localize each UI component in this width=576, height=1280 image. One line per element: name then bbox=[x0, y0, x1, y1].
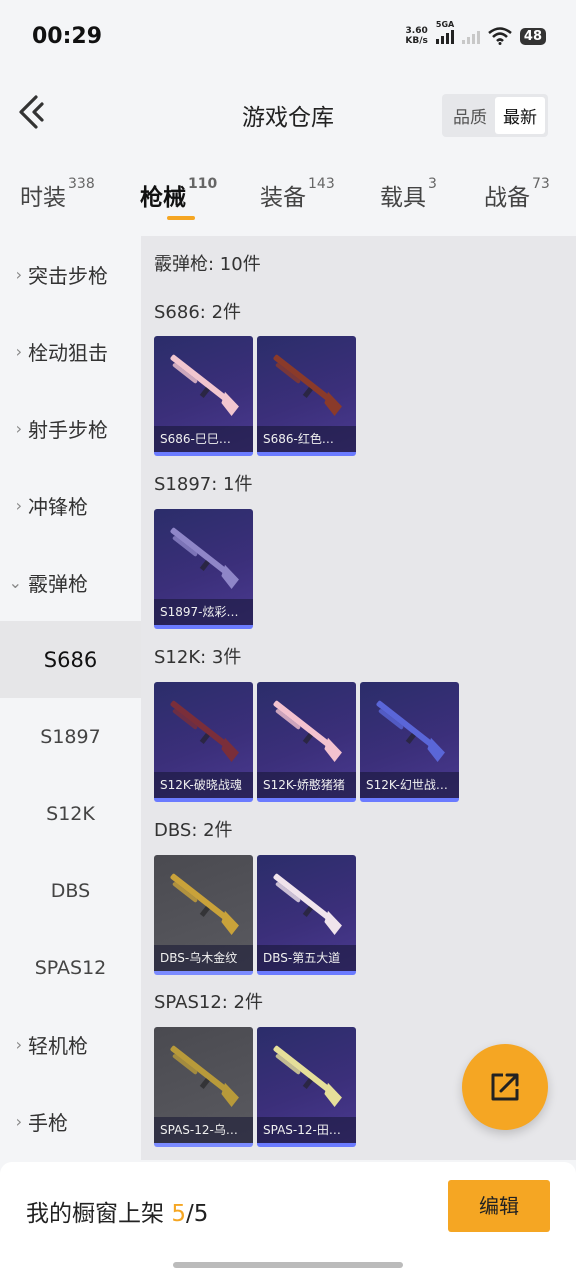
weapon-skin-card[interactable]: S686-巳巳… bbox=[154, 336, 253, 456]
back-arrow-icon bbox=[19, 95, 44, 129]
shotgun-icon bbox=[170, 1045, 239, 1107]
chevron-down-icon: ⌄ bbox=[8, 573, 22, 592]
section-title: SPAS12: 2件 bbox=[154, 992, 264, 1013]
shotgun-icon bbox=[273, 354, 342, 416]
sidebar-item-marksman-rifle[interactable]: › 射手步枪 bbox=[0, 390, 141, 467]
share-button[interactable] bbox=[462, 1044, 548, 1130]
status-time: 00:29 bbox=[32, 24, 103, 49]
sidebar-sub-spas12[interactable]: SPAS12 bbox=[0, 929, 141, 1006]
sidebar-item-shotgun[interactable]: ⌄ 霰弹枪 bbox=[0, 544, 141, 621]
header: 游戏仓库 品质 最新 bbox=[0, 72, 576, 154]
section-title: S686: 2件 bbox=[154, 302, 242, 323]
category-tabs: 时装338 枪械110 装备143 载具3 战备73 bbox=[0, 160, 576, 234]
shotgun-icon bbox=[273, 1045, 342, 1107]
home-indicator[interactable] bbox=[173, 1262, 403, 1268]
weapon-skin-card[interactable]: SPAS-12-田… bbox=[257, 1027, 356, 1147]
edit-button[interactable]: 编辑 bbox=[448, 1180, 550, 1232]
share-icon bbox=[491, 1073, 519, 1101]
net-speed: 3.60 KB/s bbox=[405, 26, 428, 46]
cellular-signal-icon: 5GA bbox=[435, 20, 454, 44]
weapon-skin-card[interactable]: SPAS-12-乌… bbox=[154, 1027, 253, 1147]
tab-guns[interactable]: 枪械110 bbox=[140, 176, 217, 212]
weapon-skin-card[interactable]: S686-红色… bbox=[257, 336, 356, 456]
sort-option-latest[interactable]: 最新 bbox=[495, 97, 545, 134]
chevron-right-icon: › bbox=[15, 342, 22, 361]
tab-supplies[interactable]: 战备73 bbox=[484, 176, 550, 212]
sidebar-item-smg[interactable]: › 冲锋枪 bbox=[0, 467, 141, 544]
weapon-skin-name: S686-巳巳… bbox=[154, 426, 253, 452]
tab-outfits[interactable]: 时装338 bbox=[20, 176, 95, 212]
shotgun-icon bbox=[170, 354, 239, 416]
sort-option-quality[interactable]: 品质 bbox=[445, 97, 495, 134]
tab-equipment[interactable]: 装备143 bbox=[260, 176, 335, 212]
shotgun-icon bbox=[170, 873, 239, 935]
active-tab-indicator bbox=[167, 216, 195, 220]
sidebar-sub-dbs[interactable]: DBS bbox=[0, 852, 141, 929]
weapon-skin-name: S12K-破晓战魂 bbox=[154, 772, 253, 798]
showcase-status: 我的橱窗上架 5/5 bbox=[26, 1201, 209, 1227]
weapon-skin-name: DBS-第五大道 bbox=[257, 945, 356, 971]
sidebar-sub-s12k[interactable]: S12K bbox=[0, 775, 141, 852]
weapon-skin-card[interactable]: S1897-炫彩… bbox=[154, 509, 253, 629]
shotgun-icon bbox=[376, 700, 445, 762]
sidebar-item-bolt-sniper[interactable]: › 栓动狙击 bbox=[0, 313, 141, 390]
weapon-skin-name: S686-红色… bbox=[257, 426, 356, 452]
weapon-skin-name: DBS-乌木金纹 bbox=[154, 945, 253, 971]
shotgun-icon bbox=[273, 873, 342, 935]
weapon-skin-card[interactable]: DBS-第五大道 bbox=[257, 855, 356, 975]
weapon-skin-card[interactable]: S12K-娇憨猪猪 bbox=[257, 682, 356, 802]
weapon-skin-name: SPAS-12-田… bbox=[257, 1117, 356, 1143]
shotgun-icon bbox=[170, 700, 239, 762]
weapon-skin-name: SPAS-12-乌… bbox=[154, 1117, 253, 1143]
item-grid: 霰弹枪: 10件 S686: 2件 S686-巳巳… S686-红色… S1897: … bbox=[141, 236, 576, 1160]
status-icons: 3.60 KB/s 5GA 48 bbox=[405, 20, 546, 46]
chevron-right-icon: › bbox=[15, 496, 22, 515]
weapon-skin-name: S12K-娇憨猪猪 bbox=[257, 772, 356, 798]
weapon-skin-card[interactable]: S12K-幻世战… bbox=[360, 682, 459, 802]
chevron-right-icon: › bbox=[15, 1112, 22, 1131]
chevron-right-icon: › bbox=[15, 1035, 22, 1054]
weapon-skin-name: S12K-幻世战… bbox=[360, 772, 459, 798]
tab-vehicles[interactable]: 载具3 bbox=[380, 176, 437, 212]
chevron-right-icon: › bbox=[15, 265, 22, 284]
section-title: S1897: 1件 bbox=[154, 474, 253, 495]
sort-toggle: 品质 最新 bbox=[442, 94, 548, 137]
section-title: S12K: 3件 bbox=[154, 647, 242, 668]
section-title: DBS: 2件 bbox=[154, 820, 233, 841]
category-summary: 霰弹枪: 10件 bbox=[154, 254, 261, 275]
back-button[interactable] bbox=[16, 94, 46, 130]
sidebar-sub-s1897[interactable]: S1897 bbox=[0, 698, 141, 775]
weapon-skin-card[interactable]: DBS-乌木金纹 bbox=[154, 855, 253, 975]
chevron-right-icon: › bbox=[15, 419, 22, 438]
sidebar: › 突击步枪 › 栓动狙击 › 射手步枪 › 冲锋枪 ⌄ 霰弹枪 S686 S1897 S… bbox=[0, 236, 141, 1160]
sidebar-item-pistol[interactable]: › 手枪 bbox=[0, 1083, 141, 1160]
shotgun-icon bbox=[273, 700, 342, 762]
battery-icon: 48 bbox=[519, 27, 546, 45]
secondary-signal-icon bbox=[461, 28, 480, 44]
shotgun-icon bbox=[170, 527, 239, 589]
sidebar-sub-s686[interactable]: S686 bbox=[0, 621, 141, 698]
sidebar-item-assault-rifle[interactable]: › 突击步枪 bbox=[0, 236, 141, 313]
weapon-skin-name: S1897-炫彩… bbox=[154, 599, 253, 625]
wifi-icon bbox=[488, 27, 512, 45]
bottom-bar: 我的橱窗上架 5/5 编辑 bbox=[0, 1162, 576, 1280]
weapon-skin-card[interactable]: S12K-破晓战魂 bbox=[154, 682, 253, 802]
status-bar: 00:29 3.60 KB/s 5GA 48 bbox=[0, 0, 576, 72]
sidebar-item-lmg[interactable]: › 轻机枪 bbox=[0, 1006, 141, 1083]
